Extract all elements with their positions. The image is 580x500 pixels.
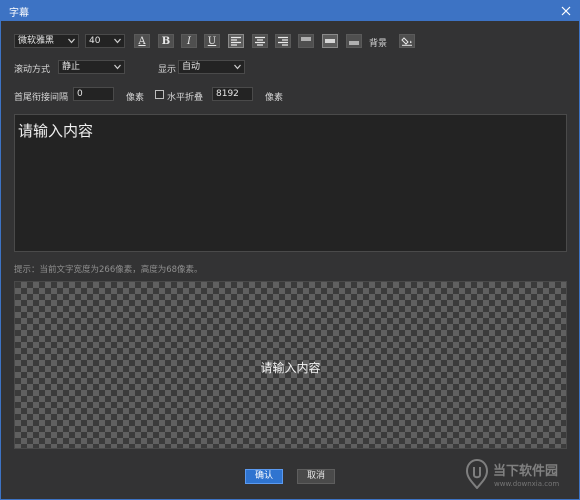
align-top-icon	[301, 37, 311, 41]
paint-bucket-icon	[401, 37, 412, 46]
italic-icon: I	[187, 35, 191, 47]
display-select[interactable]: 自动	[178, 60, 245, 74]
scroll-mode-label: 滚动方式	[14, 65, 51, 75]
title-bar: 字幕	[0, 0, 580, 21]
align-bottom-icon	[349, 41, 359, 45]
close-icon	[561, 6, 571, 15]
align-left-icon	[231, 36, 241, 46]
chevron-down-icon	[114, 38, 121, 44]
align-left-button[interactable]	[228, 34, 244, 48]
watermark-url: www.downxia.com	[494, 480, 560, 488]
scroll-mode-value: 静止	[62, 62, 81, 72]
chevron-down-icon	[68, 38, 75, 44]
preview-area: 请输入内容	[14, 281, 567, 449]
preview-text: 请输入内容	[260, 361, 321, 375]
chevron-down-icon	[114, 64, 121, 70]
fold-checkbox[interactable]	[155, 90, 164, 99]
align-middle-icon	[325, 39, 335, 43]
font-size-value: 40	[89, 36, 101, 46]
underline-button[interactable]: U	[204, 34, 220, 48]
confirm-button[interactable]: 确认	[245, 469, 283, 484]
font-color-icon: A	[138, 35, 146, 47]
font-family-select[interactable]: 微软雅黑	[14, 34, 79, 48]
size-hint: 提示：当前文字宽度为266像素，高度为68像素。	[14, 265, 203, 275]
align-center-button[interactable]	[252, 34, 268, 48]
fold-width-input[interactable]: 8192	[212, 87, 253, 101]
bold-button[interactable]: B	[158, 34, 174, 48]
close-button[interactable]	[552, 0, 580, 21]
interval-unit: 像素	[126, 93, 145, 103]
scroll-mode-select[interactable]: 静止	[58, 60, 125, 74]
font-color-button[interactable]: A	[134, 34, 150, 48]
watermark-text: 当下软件园	[493, 464, 559, 479]
fold-label: 水平折叠	[167, 93, 204, 103]
cancel-button[interactable]: 取消	[297, 469, 335, 484]
watermark: 当下软件园 www.downxia.com	[465, 455, 577, 495]
bold-icon: B	[161, 35, 171, 47]
display-label: 显示	[158, 65, 177, 75]
align-right-icon	[278, 36, 288, 46]
align-center-icon	[255, 36, 265, 46]
display-value: 自动	[182, 62, 201, 72]
italic-button[interactable]: I	[181, 34, 197, 48]
window-title: 字幕	[9, 8, 29, 19]
fold-unit: 像素	[265, 93, 284, 103]
align-right-button[interactable]	[275, 34, 291, 48]
interval-input[interactable]: 0	[73, 87, 114, 101]
font-size-select[interactable]: 40	[85, 34, 125, 48]
valign-middle-button[interactable]	[322, 34, 338, 48]
valign-bottom-button[interactable]	[346, 34, 362, 48]
font-family-value: 微软雅黑	[18, 36, 55, 46]
interval-label: 首尾衔接间隔	[14, 93, 69, 103]
editor-text: 请输入内容	[18, 122, 94, 140]
valign-top-button[interactable]	[298, 34, 314, 48]
background-color-button[interactable]	[399, 34, 415, 48]
chevron-down-icon	[234, 64, 241, 70]
underline-icon: U	[207, 35, 217, 47]
background-label: 背景	[369, 39, 388, 49]
subtitle-text-editor[interactable]: 请输入内容	[14, 114, 567, 252]
watermark-logo-icon	[465, 459, 489, 489]
